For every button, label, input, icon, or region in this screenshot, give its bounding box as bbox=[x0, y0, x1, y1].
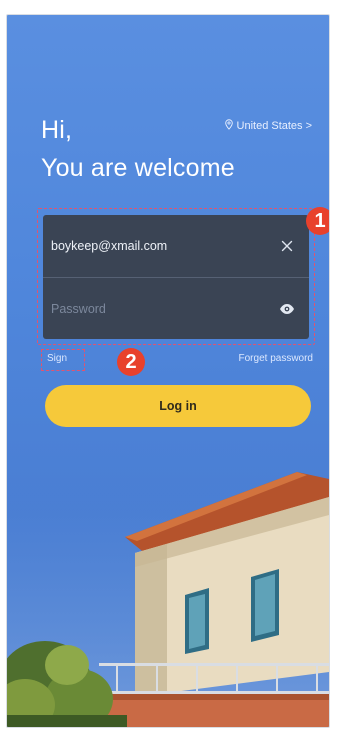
forget-password-link[interactable]: Forget password bbox=[239, 353, 313, 364]
email-field[interactable]: boykeep@xmail.com bbox=[43, 215, 309, 277]
eye-icon[interactable] bbox=[279, 301, 295, 317]
annotation-badge-2: 2 bbox=[117, 348, 145, 376]
location-pin-icon bbox=[224, 119, 234, 133]
region-label: United States bbox=[236, 120, 303, 132]
email-value: boykeep@xmail.com bbox=[51, 239, 168, 253]
login-screen: Hi, You are welcome United States > boyk… bbox=[6, 14, 330, 728]
welcome-heading: Hi, You are welcome bbox=[41, 111, 235, 187]
greeting-line-1: Hi, bbox=[41, 116, 73, 144]
login-button[interactable]: Log in bbox=[45, 385, 311, 427]
credentials-card: boykeep@xmail.com Password bbox=[43, 215, 309, 339]
password-placeholder: Password bbox=[51, 301, 106, 316]
background-illustration bbox=[7, 467, 329, 727]
annotation-badge-1: 1 bbox=[306, 207, 329, 235]
password-field[interactable]: Password bbox=[43, 277, 309, 339]
sign-link[interactable]: Sign bbox=[41, 349, 85, 371]
close-icon[interactable] bbox=[279, 238, 295, 254]
chevron-right-icon: > bbox=[305, 120, 312, 132]
region-selector[interactable]: United States > bbox=[224, 119, 312, 133]
greeting-line-2: You are welcome bbox=[41, 154, 235, 182]
